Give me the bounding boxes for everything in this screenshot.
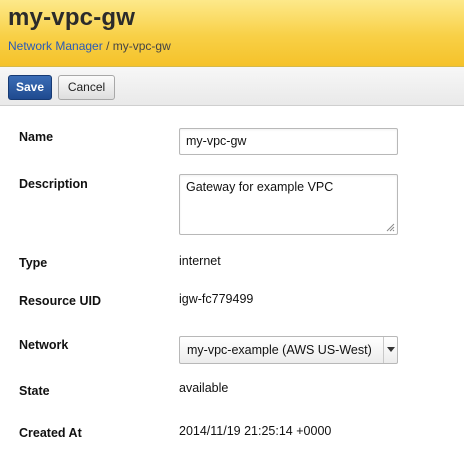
chevron-down-icon: [383, 337, 397, 363]
breadcrumb-separator: /: [106, 39, 110, 53]
toolbar: Save Cancel: [0, 66, 464, 106]
name-input[interactable]: my-vpc-gw: [179, 128, 398, 155]
type-label: Type: [19, 256, 48, 270]
network-select-value: my-vpc-example (AWS US-West): [187, 343, 372, 357]
created-at-label: Created At: [19, 426, 82, 440]
state-value: available: [179, 381, 229, 395]
state-label: State: [19, 384, 50, 398]
name-label: Name: [19, 130, 54, 144]
page-title: my-vpc-gw: [8, 4, 136, 31]
description-text: Gateway for example VPC: [186, 180, 334, 194]
type-value: internet: [179, 254, 221, 268]
cancel-button[interactable]: Cancel: [58, 75, 115, 100]
created-at-value: 2014/11/19 21:25:14 +0000: [179, 424, 332, 438]
network-select[interactable]: my-vpc-example (AWS US-West): [179, 336, 398, 364]
breadcrumb-link-network-manager[interactable]: Network Manager: [8, 39, 103, 53]
resource-uid-label: Resource UID: [19, 294, 101, 308]
resource-uid-value: igw-fc779499: [179, 292, 254, 306]
network-label: Network: [19, 338, 69, 352]
description-label: Description: [19, 177, 88, 191]
page-header: my-vpc-gw Network Manager / my-vpc-gw: [0, 0, 464, 66]
breadcrumb: Network Manager / my-vpc-gw: [8, 39, 171, 53]
description-textarea[interactable]: Gateway for example VPC: [179, 174, 398, 235]
breadcrumb-current: my-vpc-gw: [112, 39, 171, 53]
save-button[interactable]: Save: [8, 75, 52, 100]
resize-grip-icon[interactable]: [386, 223, 395, 232]
